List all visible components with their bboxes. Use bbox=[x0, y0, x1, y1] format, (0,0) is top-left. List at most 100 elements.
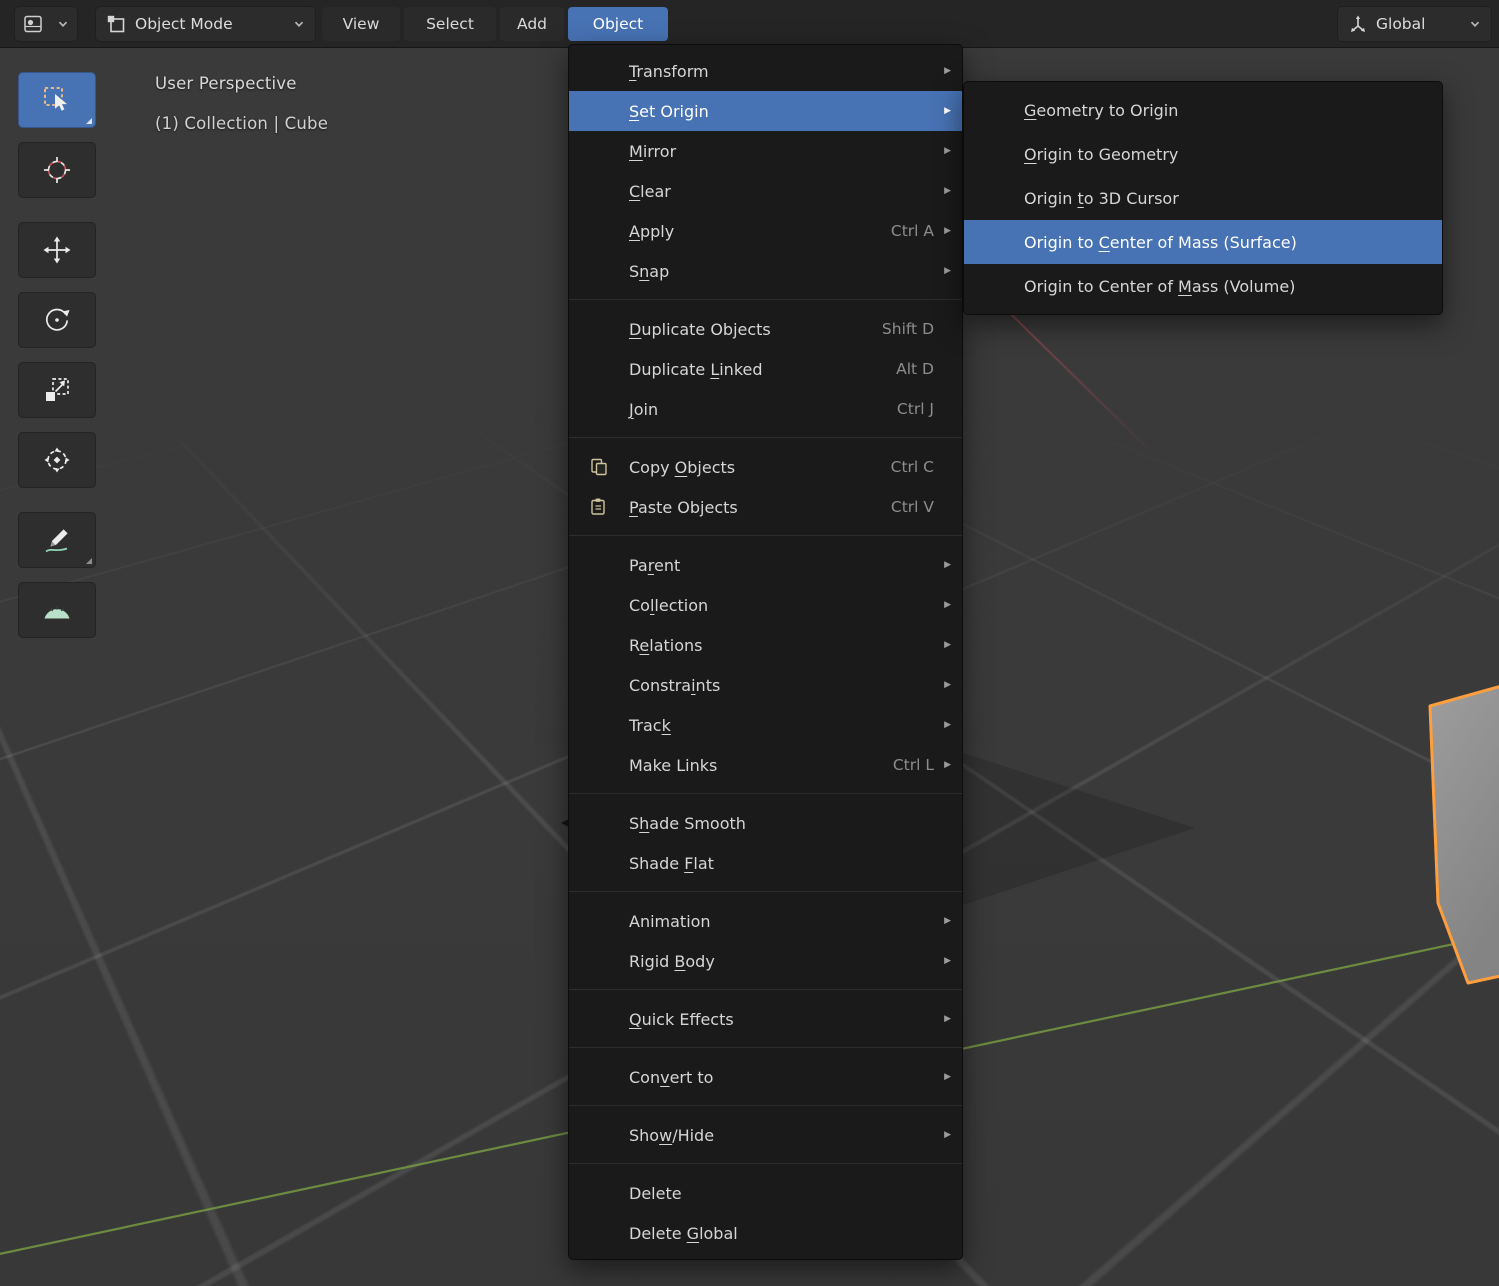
menu-item-duplicate-objects[interactable]: Duplicate Objects Shift D bbox=[569, 309, 962, 349]
menu-item-relations[interactable]: Relations ▶ bbox=[569, 625, 962, 665]
set-origin-submenu: Geometry to Origin Origin to Geometry Orig… bbox=[963, 81, 1443, 315]
menu-item-label: Delete bbox=[629, 1183, 682, 1203]
menu-item-label: Mirror bbox=[629, 141, 677, 161]
menu-item-track[interactable]: Track ▶ bbox=[569, 705, 962, 745]
menu-item-constraints[interactable]: Constraints ▶ bbox=[569, 665, 962, 705]
menu-item-label: Show/Hide bbox=[629, 1125, 715, 1145]
menu-item-label: Shade Flat bbox=[629, 853, 714, 873]
menu-select[interactable]: Select bbox=[404, 7, 496, 41]
tool-scale[interactable] bbox=[18, 362, 96, 418]
submenu-arrow-icon: ▶ bbox=[944, 226, 951, 236]
tool-move[interactable] bbox=[18, 222, 96, 278]
submenu-arrow-icon: ▶ bbox=[944, 560, 951, 570]
menu-item-shortcut: Shift D bbox=[881, 320, 934, 338]
menu-item-show-hide[interactable]: Show/Hide ▶ bbox=[569, 1115, 962, 1155]
submenu-arrow-icon: ▶ bbox=[944, 266, 951, 276]
menu-item-label: Quick Effects bbox=[629, 1009, 734, 1029]
menu-item-label: Geometry to Origin bbox=[1024, 100, 1179, 120]
menu-item-transform[interactable]: Transform ▶ bbox=[569, 51, 962, 91]
tool-options-corner-icon bbox=[86, 118, 92, 124]
menu-item-label: Set Origin bbox=[629, 101, 709, 121]
menu-item-origin-to-center-of-mass-volume[interactable]: Origin to Center of Mass (Volume) bbox=[964, 264, 1442, 308]
menu-item-set-origin[interactable]: Set Origin ▶ bbox=[569, 91, 962, 131]
tool-options-corner-icon bbox=[86, 558, 92, 564]
menu-separator bbox=[569, 981, 962, 999]
transform-icon bbox=[42, 445, 72, 475]
menu-item-label: Transform bbox=[629, 61, 709, 81]
paste-icon bbox=[569, 497, 629, 517]
menu-select-label: Select bbox=[426, 15, 474, 33]
menu-item-paste-objects[interactable]: Paste Objects Ctrl V bbox=[569, 487, 962, 527]
menu-item-label: Track bbox=[629, 715, 671, 735]
menu-item-apply[interactable]: Apply Ctrl A ▶ bbox=[569, 211, 962, 251]
menu-item-label: Origin to Center of Mass (Surface) bbox=[1024, 232, 1297, 252]
menu-item-origin-to-center-of-mass-surface[interactable]: Origin to Center of Mass (Surface) bbox=[964, 220, 1442, 264]
menu-object[interactable]: Object bbox=[568, 7, 668, 41]
menu-separator bbox=[569, 785, 962, 803]
tool-list bbox=[18, 72, 96, 638]
tool-rotate[interactable] bbox=[18, 292, 96, 348]
menu-item-origin-to-geometry[interactable]: Origin to Geometry bbox=[964, 132, 1442, 176]
menu-item-delete[interactable]: Delete bbox=[569, 1173, 962, 1213]
mode-selector[interactable]: Object Mode bbox=[95, 6, 316, 42]
menu-item-shade-smooth[interactable]: Shade Smooth bbox=[569, 803, 962, 843]
measure-icon bbox=[42, 595, 72, 625]
menu-view[interactable]: View bbox=[322, 7, 400, 41]
menu-item-origin-to-3d-cursor[interactable]: Origin to 3D Cursor bbox=[964, 176, 1442, 220]
menu-item-mirror[interactable]: Mirror ▶ bbox=[569, 131, 962, 171]
menu-add[interactable]: Add bbox=[500, 7, 564, 41]
editor-3d-viewport-icon bbox=[23, 14, 43, 34]
menu-item-label: Duplicate Objects bbox=[629, 319, 771, 339]
editor-type-button[interactable] bbox=[14, 6, 78, 42]
tool-transform[interactable] bbox=[18, 432, 96, 488]
view-perspective-label: User Perspective bbox=[155, 74, 297, 93]
object-mode-icon bbox=[106, 14, 126, 34]
menu-item-geometry-to-origin[interactable]: Geometry to Origin bbox=[964, 88, 1442, 132]
menu-item-snap[interactable]: Snap ▶ bbox=[569, 251, 962, 291]
menu-item-delete-global[interactable]: Delete Global bbox=[569, 1213, 962, 1253]
menu-item-label: Origin to Center of Mass (Volume) bbox=[1024, 276, 1296, 296]
menu-item-label: Animation bbox=[629, 911, 711, 931]
blender-window: User Perspective (1) Collection | Cube O… bbox=[0, 0, 1499, 1286]
menu-item-join[interactable]: Join Ctrl J bbox=[569, 389, 962, 429]
menu-item-duplicate-linked[interactable]: Duplicate Linked Alt D bbox=[569, 349, 962, 389]
menu-item-label: Convert to bbox=[629, 1067, 714, 1087]
menu-item-copy-objects[interactable]: Copy Objects Ctrl C bbox=[569, 447, 962, 487]
submenu-arrow-icon: ▶ bbox=[944, 106, 951, 116]
menu-item-rigid-body[interactable]: Rigid Body ▶ bbox=[569, 941, 962, 981]
menu-item-clear[interactable]: Clear ▶ bbox=[569, 171, 962, 211]
orientation-selector[interactable]: Global bbox=[1337, 6, 1492, 42]
menu-item-label: Apply bbox=[629, 221, 675, 241]
menu-item-convert-to[interactable]: Convert to ▶ bbox=[569, 1057, 962, 1097]
menu-item-label: Constraints bbox=[629, 675, 721, 695]
menu-separator bbox=[569, 1097, 962, 1115]
orientation-global-icon bbox=[1348, 14, 1368, 34]
menu-item-parent[interactable]: Parent ▶ bbox=[569, 545, 962, 585]
menu-item-label: Rigid Body bbox=[629, 951, 715, 971]
annotate-icon bbox=[42, 525, 72, 555]
submenu-arrow-icon: ▶ bbox=[944, 720, 951, 730]
menu-item-label: Paste Objects bbox=[629, 497, 738, 517]
menu-item-quick-effects[interactable]: Quick Effects ▶ bbox=[569, 999, 962, 1039]
menu-item-label: Delete Global bbox=[629, 1223, 738, 1243]
copy-icon bbox=[569, 457, 629, 477]
menu-item-shortcut: Ctrl J bbox=[896, 400, 934, 418]
tool-annotate[interactable] bbox=[18, 512, 96, 568]
tool-select-box[interactable] bbox=[18, 72, 96, 128]
menu-item-collection[interactable]: Collection ▶ bbox=[569, 585, 962, 625]
tool-measure[interactable] bbox=[18, 582, 96, 638]
cube-object[interactable] bbox=[1428, 685, 1499, 985]
menu-item-label: Copy Objects bbox=[629, 457, 736, 477]
collection-breadcrumb-label: (1) Collection | Cube bbox=[155, 114, 329, 133]
tool-cursor[interactable] bbox=[18, 142, 96, 198]
menu-separator bbox=[569, 1039, 962, 1057]
menu-item-label: Clear bbox=[629, 181, 671, 201]
menu-item-make-links[interactable]: Make Links Ctrl L ▶ bbox=[569, 745, 962, 785]
menu-item-animation[interactable]: Animation ▶ bbox=[569, 901, 962, 941]
submenu-arrow-icon: ▶ bbox=[944, 146, 951, 156]
submenu-arrow-icon: ▶ bbox=[944, 186, 951, 196]
menu-item-label: Join bbox=[629, 399, 659, 419]
menu-separator bbox=[569, 883, 962, 901]
menu-item-label: Origin to 3D Cursor bbox=[1024, 188, 1179, 208]
menu-item-shade-flat[interactable]: Shade Flat bbox=[569, 843, 962, 883]
